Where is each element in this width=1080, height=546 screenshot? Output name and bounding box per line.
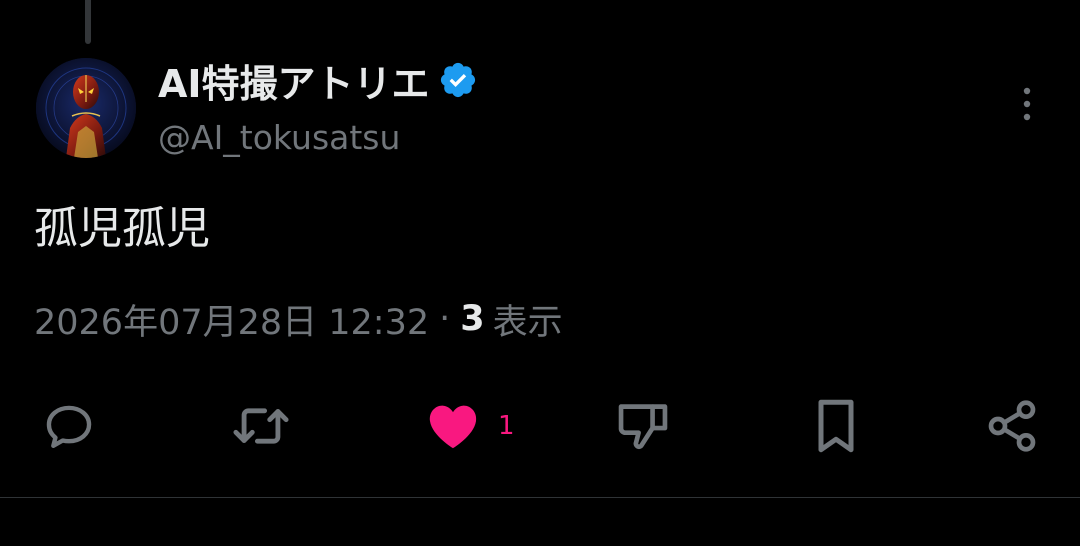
action-bar: 1 [0,396,1080,456]
post-detail: AI特撮アトリエ @AI_tokusatsu 孤児孤児 2026年07月28日 … [0,0,1080,546]
reply-button[interactable] [40,396,98,456]
author-handle[interactable]: @AI_tokusatsu [158,118,400,157]
bookmark-button[interactable] [808,396,864,456]
like-count: 1 [498,411,515,441]
avatar-image [36,58,136,158]
repost-button[interactable] [228,396,294,456]
author-name-row[interactable]: AI特撮アトリエ [158,53,478,108]
meta-separator: · [439,299,451,339]
heart-icon [429,405,477,449]
thumbs-down-icon [618,404,668,450]
share-button[interactable] [984,396,1040,456]
thread-connector-line [85,0,91,44]
reply-icon [46,405,92,448]
like-button[interactable]: 1 [424,396,515,456]
more-vertical-icon [1023,87,1031,121]
repost-icon [233,408,289,444]
verified-badge-icon[interactable] [438,60,478,100]
views-count[interactable]: 3 [460,299,484,339]
share-icon [988,400,1036,452]
bottom-divider [0,497,1080,498]
post-meta: 2026年07月28日 12:32 · 3 表示 [34,294,563,344]
post-text: 孤児孤児 [34,203,210,254]
downvote-button[interactable] [612,396,674,456]
post-timestamp[interactable]: 2026年07月28日 12:32 [34,294,429,345]
bookmark-icon [818,399,854,453]
author-display-name[interactable]: AI特撮アトリエ [158,53,430,108]
avatar[interactable] [36,58,136,158]
views-label[interactable]: 表示 [493,294,563,345]
more-options-button[interactable] [1010,84,1044,124]
